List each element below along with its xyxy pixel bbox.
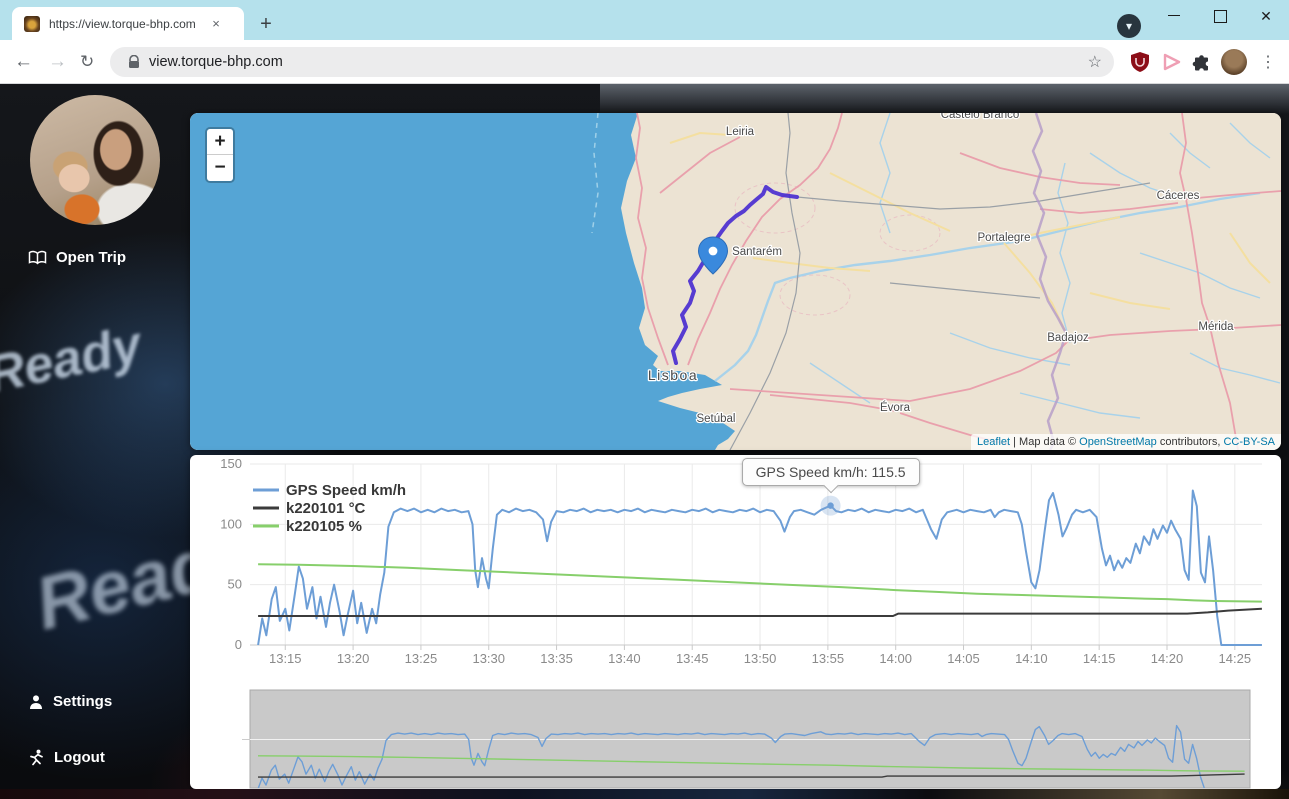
tab-close-icon[interactable]: × [207,15,225,33]
attribution-text: contributors, [1157,436,1224,448]
browser-tab[interactable]: https://view.torque-bhp.com × [12,7,244,40]
attribution-text: | Map data © [1010,436,1079,448]
city-label: Cáceres [1157,190,1200,202]
map-attribution: Leaflet | Map data © OpenStreetMap contr… [971,434,1281,450]
sidebar-item-label: Logout [54,749,105,766]
x-tick-label: 13:25 [405,651,438,666]
y-tick-label: 100 [220,516,242,531]
x-tick-label: 13:20 [337,651,370,666]
logout-runner-icon [28,749,45,766]
x-tick-label: 14:25 [1219,651,1252,666]
ublock-extension-icon[interactable] [1130,51,1150,73]
trip-chart[interactable]: 13:15 13:20 13:25 13:30 13:35 13:40 13:45 13:50… [190,455,1281,789]
sidebar-item-label: Settings [53,693,112,710]
back-button[interactable]: ← [14,51,33,73]
extensions-puzzle-icon[interactable] [1192,52,1212,72]
leaflet-link[interactable]: Leaflet [977,436,1010,448]
pink-extension-icon[interactable] [1161,52,1183,72]
highlight-point [827,502,833,508]
title-bar: https://view.torque-bhp.com × + [0,0,1289,40]
browser-profile-avatar[interactable] [1221,49,1247,75]
close-window-button[interactable] [1243,0,1289,32]
person-icon [28,694,44,710]
browser-window: https://view.torque-bhp.com × + ← → ↻ vi… [0,0,1289,799]
x-tick-label: 13:45 [676,651,709,666]
window-controls [1151,0,1289,32]
open-book-icon [28,250,47,265]
openstreetmap-link[interactable]: OpenStreetMap [1079,436,1157,448]
user-profile-photo[interactable] [30,95,160,225]
chart-navigator[interactable] [242,690,1250,789]
city-label: Portalegre [977,232,1030,244]
new-tab-button[interactable]: + [252,11,280,39]
lock-icon [128,55,140,69]
zoom-in-button[interactable]: + [207,129,233,155]
url-text: view.torque-bhp.com [149,54,283,70]
legend-label: k220101 °C [286,500,366,517]
sidebar-item-open-trip[interactable]: Open Trip [28,249,126,266]
city-label: Mérida [1198,321,1234,333]
city-label: Santarém [732,246,782,258]
city-label: Évora [880,401,911,414]
tab-title: https://view.torque-bhp.com [49,17,207,31]
legend-label: GPS Speed km/h [286,482,406,499]
city-label: Badajoz [1047,332,1089,344]
x-tick-label: 14:15 [1083,651,1116,666]
license-link[interactable]: CC-BY-SA [1223,436,1275,448]
browser-menu-icon[interactable]: ⋮ [1260,52,1276,72]
background-bottom [0,789,1289,799]
x-tick-label: 13:40 [608,651,641,666]
zoom-out-button[interactable]: − [207,155,233,181]
x-tick-label: 13:15 [269,651,302,666]
x-tick-label: 14:00 [879,651,912,666]
sidebar-item-label: Open Trip [56,249,126,266]
browser-toolbar: ← → ↻ view.torque-bhp.com ☆ ⋮ [0,40,1289,84]
background-text: Ready [0,314,147,405]
y-tick-label: 0 [235,637,242,652]
minimize-button[interactable] [1151,0,1197,32]
address-bar[interactable]: view.torque-bhp.com ☆ [110,47,1114,77]
x-tick-label: 13:30 [472,651,505,666]
city-label: Castelo Branco [941,113,1020,121]
maximize-button[interactable] [1197,0,1243,32]
x-tick-label: 13:50 [744,651,777,666]
chart-tooltip: GPS Speed km/h: 115.5 [742,458,920,486]
map-zoom-control: + − [205,127,235,183]
chart-panel[interactable]: 13:15 13:20 13:25 13:30 13:35 13:40 13:45 13:50… [190,455,1281,789]
sidebar-item-logout[interactable]: Logout [28,749,105,766]
tab-search-icon[interactable] [1117,14,1141,38]
x-tick-label: 14:10 [1015,651,1048,666]
page-content: Ready Ready Open Trip Settings Logout [0,84,1289,799]
forward-button[interactable]: → [48,51,67,73]
x-tick-label: 14:20 [1151,651,1184,666]
x-tick-label: 13:35 [540,651,573,666]
map-panel[interactable]: Leiria Santarém Lisboa Setúbal Évora Portaleg… [190,113,1281,450]
legend-label: k220105 % [286,518,362,535]
city-label: Setúbal [696,413,735,425]
sidebar-item-settings[interactable]: Settings [28,693,112,710]
leaflet-map[interactable]: Leiria Santarém Lisboa Setúbal Évora Portaleg… [190,113,1281,450]
site-favicon-icon [24,16,40,32]
bookmark-star-icon[interactable]: ☆ [1088,52,1102,72]
x-tick-label: 14:05 [947,651,980,666]
chart-legend: GPS Speed km/hk220101 °Ck220105 % [253,482,406,535]
y-tick-label: 150 [220,456,242,471]
x-tick-label: 13:55 [812,651,845,666]
background-sheen [600,84,1289,114]
city-label: Leiria [726,126,755,138]
reload-button[interactable]: ↻ [80,52,94,72]
city-label: Lisboa [648,367,698,383]
y-tick-label: 50 [228,577,242,592]
